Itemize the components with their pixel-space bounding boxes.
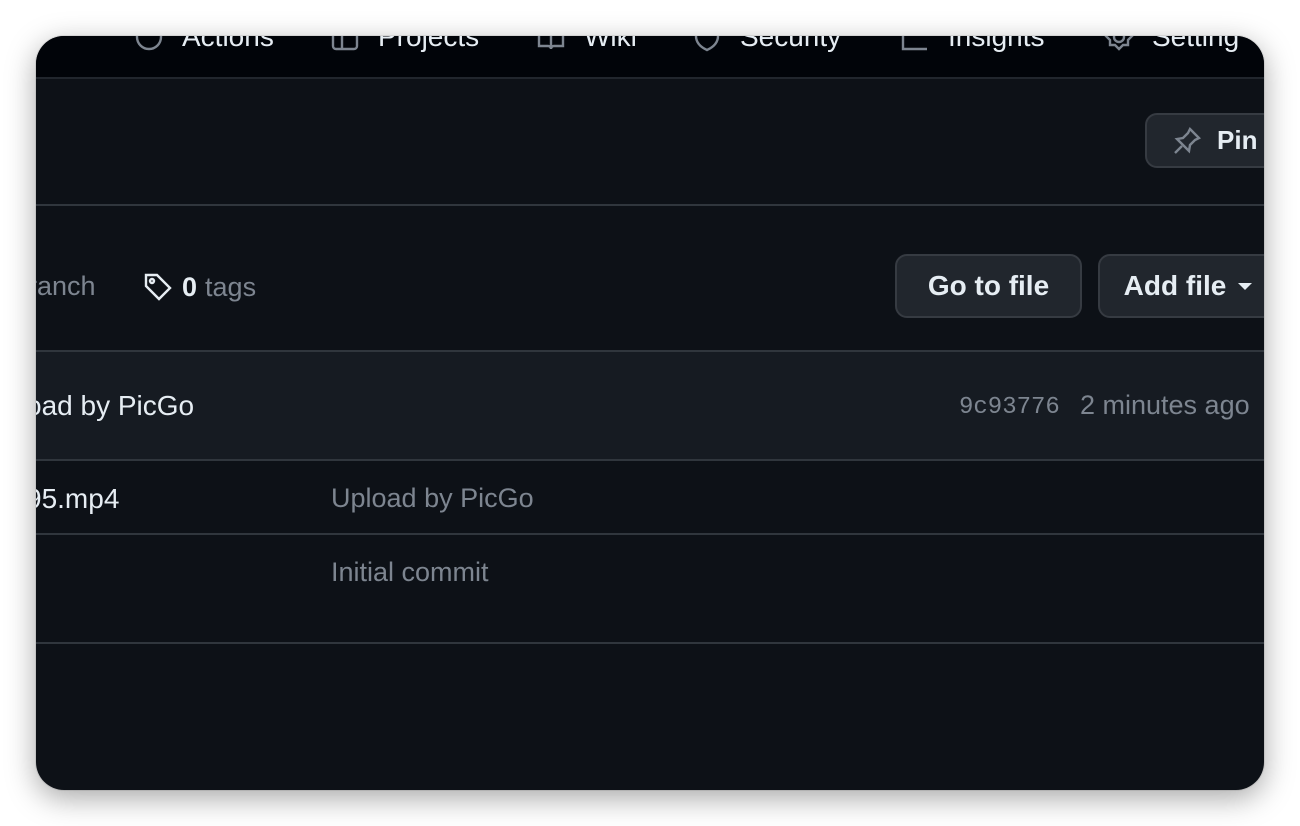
- pin-button[interactable]: Pin: [1145, 113, 1264, 168]
- tags-count: 0: [182, 271, 198, 302]
- nav-item-projects[interactable]: Projects: [330, 36, 479, 52]
- nav-item-label: Actions: [182, 36, 274, 52]
- nav-item-code[interactable]: ts: [36, 36, 44, 52]
- add-file-label: Add file: [1123, 270, 1227, 301]
- nav-item-settings[interactable]: Setting: [1104, 36, 1239, 52]
- file-commit-message[interactable]: Upload by PicGo: [331, 483, 534, 514]
- pin-icon: [1174, 126, 1202, 154]
- nav-item-label: Setting: [1152, 36, 1240, 52]
- tags-label: tags: [205, 271, 257, 302]
- pin-label: Pin: [1217, 125, 1258, 155]
- nav-item-insights[interactable]: Insights: [900, 36, 1045, 52]
- tag-icon: [144, 273, 172, 301]
- nav-item-wiki[interactable]: Wiki: [536, 36, 637, 52]
- nav-item-security[interactable]: Security: [692, 36, 841, 52]
- table-row[interactable]: Initial commit: [36, 535, 1264, 609]
- commit-time: 2 minutes ago: [1080, 390, 1250, 420]
- branch-bar: ranch 0 tags Go to file Add file: [36, 206, 1264, 351]
- tags-link[interactable]: 0 tags: [142, 271, 256, 303]
- nav-item-actions[interactable]: Actions: [134, 36, 274, 52]
- github-repo-window: ts Actions Projects Wiki Security Insigh…: [36, 36, 1264, 790]
- go-to-file-label: Go to file: [927, 270, 1050, 301]
- nav-item-label: Projects: [378, 36, 480, 52]
- branches-link[interactable]: ranch: [36, 271, 96, 302]
- repo-nav-bar: ts Actions Projects Wiki Security Insigh…: [36, 36, 1264, 79]
- book-icon: [537, 36, 565, 50]
- file-name[interactable]: 95.mp4: [36, 483, 119, 515]
- commit-sha[interactable]: 9c93776: [959, 394, 1060, 421]
- gear-icon: [1104, 36, 1134, 51]
- shield-icon: [694, 36, 720, 52]
- branch-label: ranch: [36, 271, 96, 301]
- nav-item-label: ts: [36, 36, 44, 52]
- table-row[interactable]: 95.mp4 Upload by PicGo: [36, 461, 1264, 535]
- repo-header: Pin: [36, 79, 1264, 206]
- nav-item-label: Security: [740, 36, 842, 52]
- go-to-file-button[interactable]: Go to file: [895, 254, 1082, 318]
- table-icon: [331, 36, 359, 51]
- nav-item-label: Insights: [948, 36, 1045, 52]
- file-commit-message[interactable]: Initial commit: [331, 557, 489, 588]
- latest-commit-bar: oad by PicGo 9c93776 2 minutes ago: [36, 352, 1264, 461]
- add-file-button[interactable]: Add file: [1098, 254, 1264, 318]
- play-icon: [135, 36, 163, 51]
- file-table: oad by PicGo 9c93776 2 minutes ago 95.mp…: [36, 350, 1264, 644]
- commit-message[interactable]: oad by PicGo: [36, 390, 194, 422]
- nav-item-label: Wiki: [584, 36, 637, 52]
- chevron-down-icon: [1238, 282, 1253, 290]
- graph-icon: [901, 36, 927, 51]
